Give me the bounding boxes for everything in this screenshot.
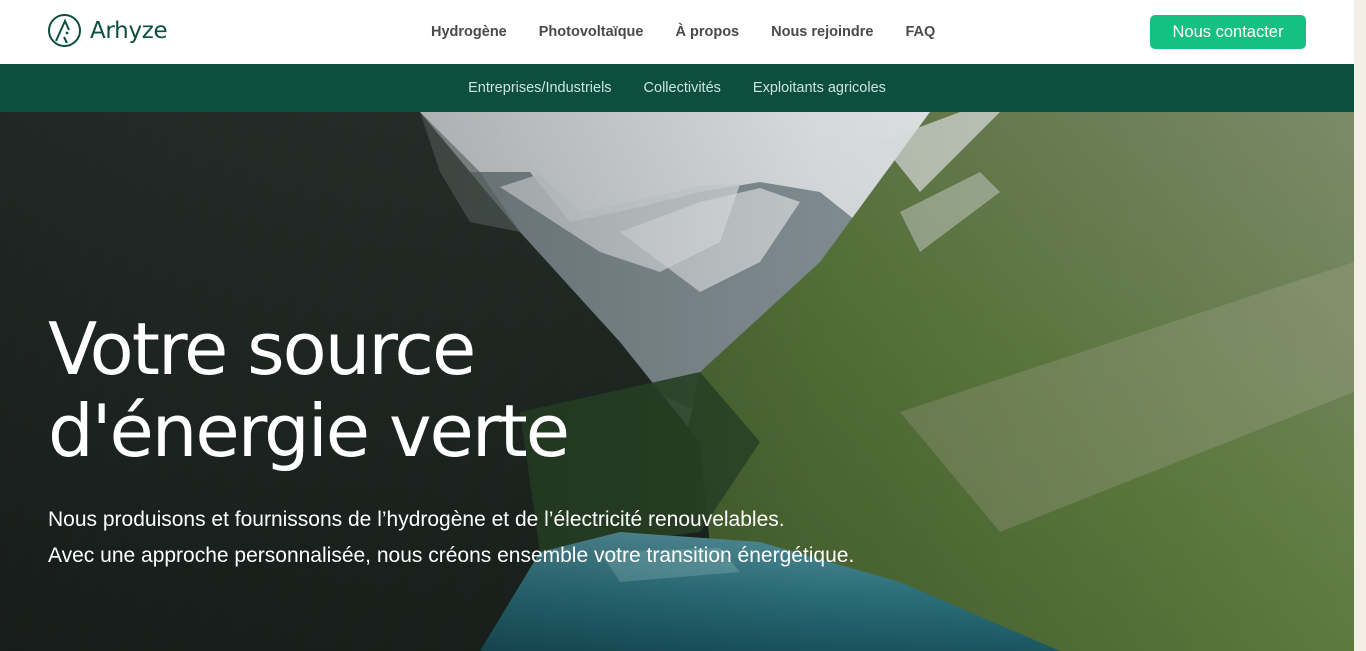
page-scrollbar[interactable] [1354,0,1366,651]
contact-button[interactable]: Nous contacter [1150,15,1306,49]
audience-subnav: Entreprises/Industriels Collectivités Ex… [0,64,1354,112]
hero-subtitle-line-1: Nous produisons et fournissons de l’hydr… [48,508,785,531]
site-header: Arhyze Hydrogène Photovoltaïque À propos… [0,0,1354,64]
hero-subtitle: Nous produisons et fournissons de l’hydr… [48,502,948,574]
hero-subtitle-line-2: Avec une approche personnalisée, nous cr… [48,544,855,567]
nav-link-faq[interactable]: FAQ [905,24,935,40]
nav-link-a-propos[interactable]: À propos [675,24,739,40]
subnav-link-collectivites[interactable]: Collectivités [644,80,721,96]
arhyze-logo-icon [48,14,81,47]
nav-link-nous-rejoindre[interactable]: Nous rejoindre [771,24,873,40]
hero-title-line-2: d'énergie verte [48,389,570,473]
hero-section: Votre source d'énergie verte Nous produi… [0,112,1354,651]
brand-name: Arhyze [90,17,168,44]
subnav-link-entreprises[interactable]: Entreprises/Industriels [468,80,611,96]
brand-logo[interactable]: Arhyze [48,14,168,47]
subnav-link-exploitants[interactable]: Exploitants agricoles [753,80,886,96]
hero-title: Votre source d'énergie verte [48,308,948,472]
hero-title-line-1: Votre source [48,307,476,391]
nav-link-hydrogene[interactable]: Hydrogène [431,24,507,40]
main-nav: Hydrogène Photovoltaïque À propos Nous r… [431,0,967,64]
nav-link-photovoltaique[interactable]: Photovoltaïque [539,24,644,40]
